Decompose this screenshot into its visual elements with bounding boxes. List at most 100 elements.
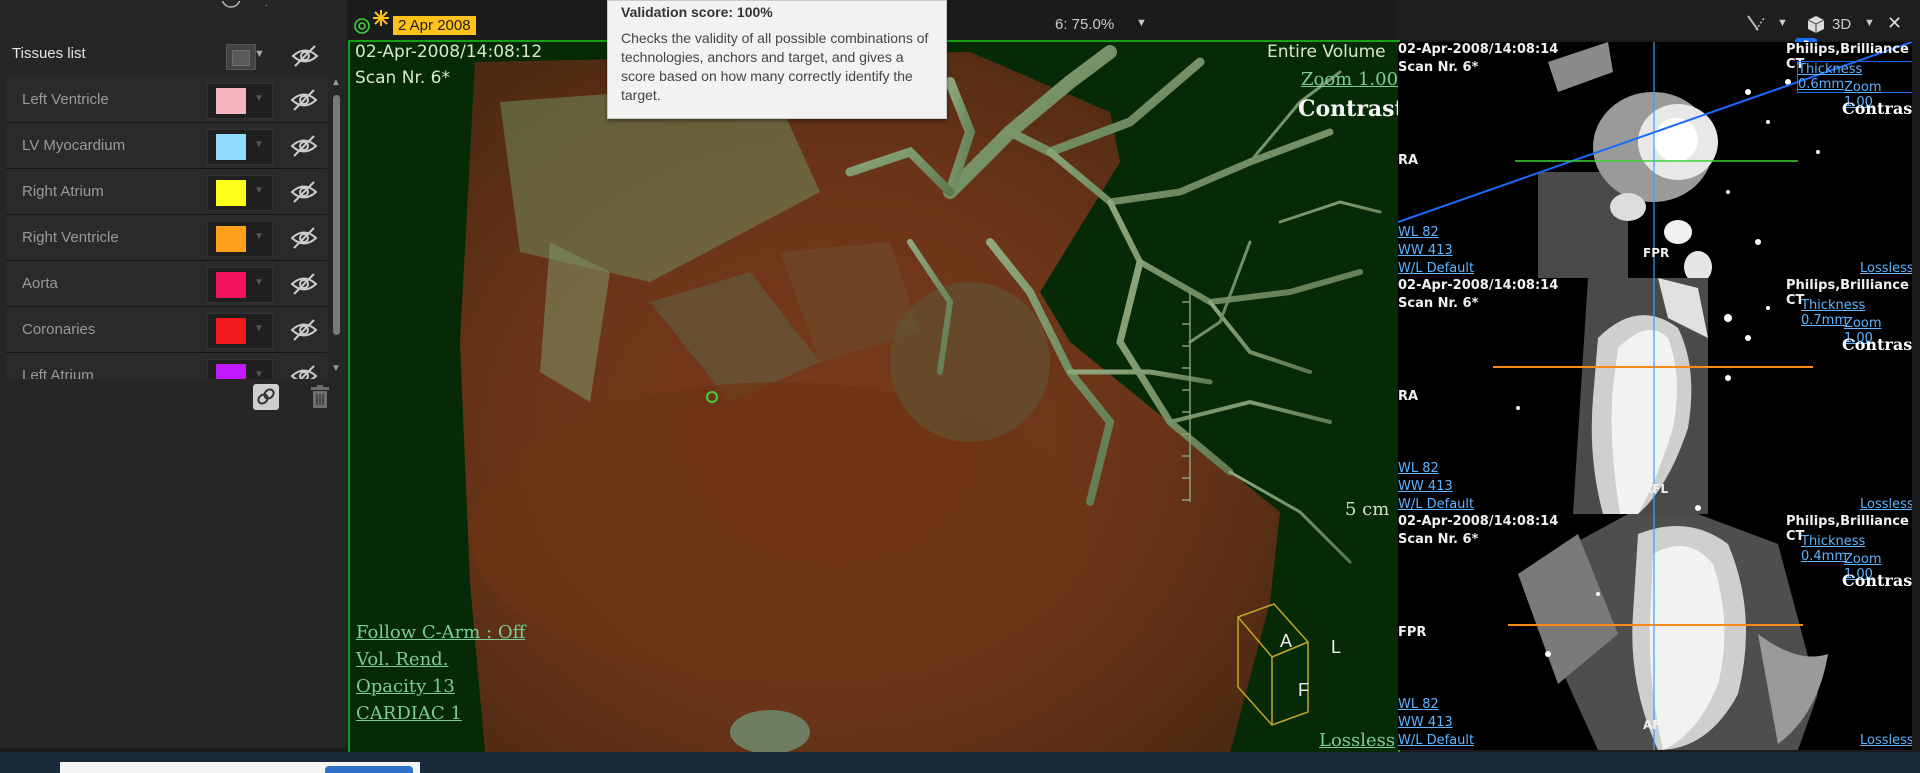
mpr-contrast: Contrast bbox=[1842, 335, 1912, 354]
tissue-label: Left Ventricle bbox=[22, 91, 109, 108]
light-source-icon[interactable] bbox=[371, 8, 391, 28]
tissue-row[interactable]: Right Ventricle ▼ bbox=[6, 215, 327, 261]
visibility-eye-icon[interactable] bbox=[289, 363, 319, 379]
orientation-l: L bbox=[1331, 637, 1342, 657]
study-date-badge: 2 Apr 2008 bbox=[393, 16, 476, 35]
mpr-scan: Scan Nr. 6* bbox=[1398, 296, 1479, 311]
mpr-ww[interactable]: WW 413 bbox=[1398, 479, 1453, 494]
hide-all-eye-icon[interactable] bbox=[290, 43, 320, 69]
mpr-pane-sagittal[interactable]: 02-Apr-2008/14:08:14 Scan Nr. 6* Philips… bbox=[1398, 278, 1912, 514]
measure-tool-icon[interactable] bbox=[1744, 13, 1766, 38]
visibility-eye-icon[interactable] bbox=[289, 271, 319, 297]
tissue-color-swatch[interactable] bbox=[216, 272, 246, 298]
scroll-down-icon[interactable]: ▼ bbox=[331, 363, 341, 374]
mpr-wl-preset[interactable]: W/L Default bbox=[1398, 497, 1474, 512]
tissue-row[interactable]: Left Atrium ▼ bbox=[6, 353, 327, 379]
visibility-eye-icon[interactable] bbox=[289, 87, 319, 113]
opacity-link[interactable]: Opacity 13 bbox=[356, 676, 455, 697]
mpr-wl[interactable]: WL 82 bbox=[1398, 225, 1439, 240]
tissue-label: Left Atrium bbox=[22, 367, 94, 379]
tissue-color-swatch[interactable] bbox=[216, 318, 246, 344]
mpr-compression[interactable]: Lossless bbox=[1860, 733, 1912, 748]
mpr-compression[interactable]: Lossless bbox=[1860, 497, 1912, 512]
compression-link[interactable]: Lossless bbox=[1319, 730, 1395, 751]
tissues-color-button[interactable] bbox=[226, 44, 256, 70]
taskbar-button[interactable] bbox=[325, 766, 413, 773]
tissue-color-picker[interactable]: ▼ bbox=[207, 129, 273, 165]
chevron-down-icon[interactable]: ▼ bbox=[254, 185, 264, 196]
chevron-down-icon[interactable]: ▼ bbox=[254, 231, 264, 242]
mpr-wl[interactable]: WL 82 bbox=[1398, 461, 1439, 476]
tissue-color-picker[interactable]: ▼ bbox=[207, 359, 273, 379]
orientation-f: F bbox=[1298, 680, 1309, 700]
chevron-down-icon[interactable]: ▼ bbox=[254, 277, 264, 288]
tissue-color-swatch[interactable] bbox=[216, 364, 246, 379]
mpr-scan: Scan Nr. 6* bbox=[1398, 60, 1479, 75]
mpr-ww[interactable]: WW 413 bbox=[1398, 243, 1453, 258]
link-tissue-button[interactable] bbox=[253, 384, 279, 410]
close-icon[interactable]: ✕ bbox=[1887, 13, 1902, 34]
mpr-contrast: Contrast bbox=[1842, 571, 1912, 590]
tissue-color-picker[interactable]: ▼ bbox=[207, 313, 273, 349]
chevron-down-icon[interactable]: ▼ bbox=[254, 93, 264, 104]
zoom-level-label[interactable]: 6: 75.0% bbox=[1055, 16, 1114, 33]
chevron-down-icon[interactable]: ▼ bbox=[1777, 17, 1788, 29]
tissue-color-picker[interactable]: ▼ bbox=[207, 175, 273, 211]
volume-render-viewport[interactable] bbox=[348, 40, 1400, 755]
tissue-color-swatch[interactable] bbox=[216, 180, 246, 206]
mpr-ww[interactable]: WW 413 bbox=[1398, 715, 1453, 730]
tissue-color-swatch[interactable] bbox=[216, 226, 246, 252]
tissue-label: Coronaries bbox=[22, 321, 96, 338]
visibility-eye-icon[interactable] bbox=[289, 133, 319, 159]
tissue-row[interactable]: Left Ventricle ▼ bbox=[6, 77, 327, 123]
visibility-eye-icon[interactable] bbox=[289, 317, 319, 343]
follow-carm-link[interactable]: Follow C-Arm : Off bbox=[356, 622, 525, 643]
zoom-link[interactable]: Zoom 1.00 bbox=[1301, 69, 1398, 90]
scrollbar-thumb[interactable] bbox=[333, 95, 340, 335]
mpr-views: 02-Apr-2008/14:08:14 Scan Nr. 6* Philips… bbox=[1398, 42, 1912, 750]
panel-top-icons[interactable]: . ' bbox=[215, 0, 335, 10]
mpr-wl[interactable]: WL 82 bbox=[1398, 697, 1439, 712]
svg-text:.: . bbox=[265, 1, 268, 9]
mpr-datetime: 02-Apr-2008/14:08:14 bbox=[1398, 278, 1559, 293]
chevron-down-icon[interactable]: ▼ bbox=[254, 48, 268, 62]
mpr-wl-preset[interactable]: W/L Default bbox=[1398, 733, 1474, 748]
mpr-datetime: 02-Apr-2008/14:08:14 bbox=[1398, 514, 1559, 529]
orientation-a: A bbox=[1280, 631, 1293, 651]
tissue-color-swatch[interactable] bbox=[216, 134, 246, 160]
chevron-down-icon[interactable]: ▼ bbox=[254, 139, 264, 150]
tissue-label: Aorta bbox=[22, 275, 58, 292]
mpr-wl-preset[interactable]: W/L Default bbox=[1398, 261, 1474, 276]
scale-label: 5 cm bbox=[1345, 499, 1390, 520]
chevron-down-icon[interactable]: ▼ bbox=[1864, 17, 1875, 29]
visibility-eye-icon[interactable] bbox=[289, 179, 319, 205]
chevron-down-icon[interactable]: ▼ bbox=[254, 369, 264, 379]
acquisition-datetime: 02-Apr-2008/14:08:12 bbox=[355, 42, 543, 62]
tissue-row[interactable]: Aorta ▼ bbox=[6, 261, 327, 307]
tissue-row[interactable]: LV Myocardium ▼ bbox=[6, 123, 327, 169]
volume-render-image[interactable] bbox=[350, 42, 1398, 753]
mpr-pane-axial[interactable]: 02-Apr-2008/14:08:14 Scan Nr. 6* Philips… bbox=[1398, 42, 1912, 278]
mpr-pane-oblique[interactable]: 02-Apr-2008/14:08:14 Scan Nr. 6* Philips… bbox=[1398, 514, 1912, 750]
mpr-compression[interactable]: Lossless bbox=[1860, 261, 1912, 276]
tissue-color-picker[interactable]: ▼ bbox=[207, 221, 273, 257]
view-mode-label[interactable]: 3D bbox=[1832, 16, 1851, 33]
mpr-scan: Scan Nr. 6* bbox=[1398, 532, 1479, 547]
target-icon[interactable] bbox=[352, 16, 372, 36]
preset-link[interactable]: CARDIAC 1 bbox=[356, 703, 462, 724]
volume-extent-label: Entire Volume bbox=[1267, 42, 1386, 62]
validation-tooltip: Validation score: 100% Checks the validi… bbox=[607, 0, 947, 119]
chevron-down-icon[interactable]: ▼ bbox=[1136, 17, 1147, 29]
chevron-down-icon[interactable]: ▼ bbox=[254, 323, 264, 334]
visibility-eye-icon[interactable] bbox=[289, 225, 319, 251]
tissue-color-picker[interactable]: ▼ bbox=[207, 83, 273, 119]
scroll-up-icon[interactable]: ▲ bbox=[331, 77, 341, 88]
tissues-list-title: Tissues list bbox=[12, 45, 86, 62]
tissue-color-swatch[interactable] bbox=[216, 88, 246, 114]
tissue-row[interactable]: Right Atrium ▼ bbox=[6, 169, 327, 215]
cube-icon[interactable] bbox=[1806, 14, 1826, 39]
render-mode-link[interactable]: Vol. Rend. bbox=[356, 649, 448, 670]
tissue-color-picker[interactable]: ▼ bbox=[207, 267, 273, 303]
tissue-row[interactable]: Coronaries ▼ bbox=[6, 307, 327, 353]
trash-icon[interactable] bbox=[308, 384, 332, 410]
